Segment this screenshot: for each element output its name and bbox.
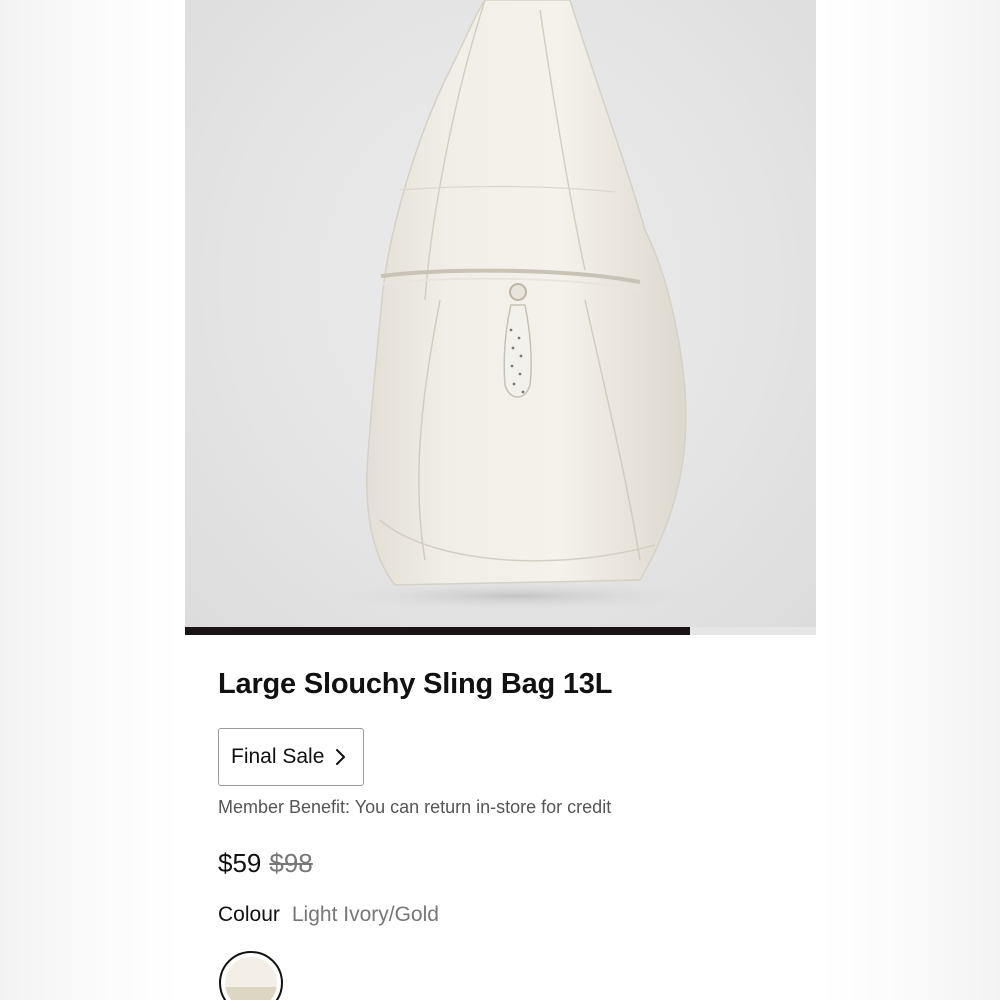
swatch-fill [225, 957, 277, 1000]
gallery-progress-bar [185, 627, 816, 635]
product-page: Large Slouchy Sling Bag 13L Final Sale M… [185, 0, 816, 1000]
screenshot-stage: Large Slouchy Sling Bag 13L Final Sale M… [0, 0, 1000, 1000]
zipper-pull-cord [503, 304, 532, 398]
colour-label: Colour [218, 903, 280, 926]
sling-bag-image [335, 0, 695, 610]
colour-swatch-light-ivory-gold[interactable] [219, 951, 283, 1000]
colour-value: Light Ivory/Gold [291, 903, 439, 926]
product-image[interactable] [185, 0, 816, 627]
sale-price: $59 [218, 848, 262, 878]
gallery-progress-fill [185, 627, 690, 635]
price-row: $59 $98 [218, 848, 313, 879]
colour-row: Colour Light Ivory/Gold [218, 903, 439, 927]
bag-shadow [335, 582, 695, 610]
product-title: Large Slouchy Sling Bag 13L [218, 668, 613, 700]
final-sale-label: Final Sale [231, 745, 325, 768]
zipper-pull-ring [509, 283, 527, 301]
original-price: $98 [269, 848, 313, 878]
member-benefit-text: Member Benefit: You can return in-store … [218, 797, 612, 817]
final-sale-button[interactable]: Final Sale [218, 728, 364, 786]
chevron-right-icon [334, 748, 346, 766]
